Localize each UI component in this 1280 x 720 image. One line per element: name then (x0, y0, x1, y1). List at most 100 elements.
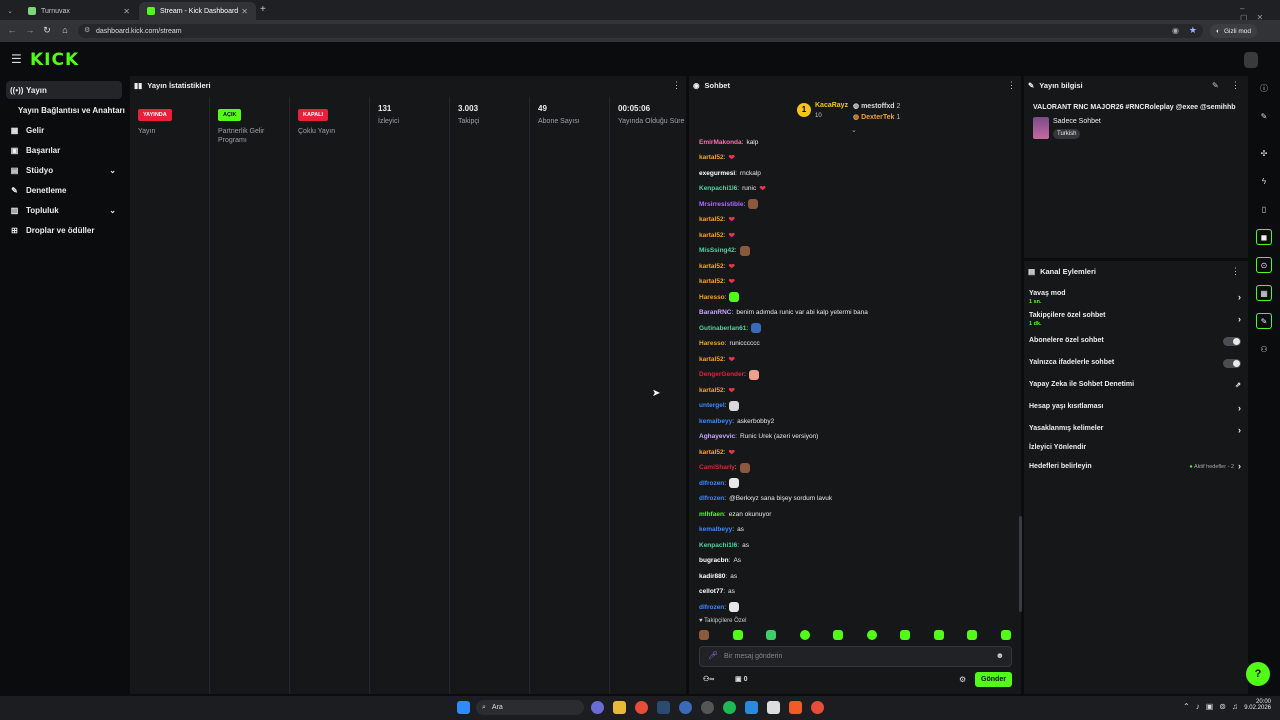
close-tab-icon[interactable]: ✕ (241, 7, 248, 16)
chat-username[interactable]: kartal52 (699, 356, 724, 363)
chat-username[interactable]: kartal52 (699, 387, 724, 394)
spotify-icon[interactable] (723, 701, 736, 714)
top-gifter-3[interactable]: ◍ DexterTek 1 (853, 113, 900, 121)
subscribers-only-toggle[interactable] (1223, 337, 1241, 346)
sidebar-item-droplar[interactable]: ⊞ Droplar ve ödüller (6, 221, 122, 239)
followers-only-row[interactable]: Takipçilere özel sohbet 1 dk. › (1029, 312, 1241, 327)
chat-username[interactable]: Haresso (699, 340, 725, 347)
category-name[interactable]: Sadece Sohbet (1053, 118, 1101, 125)
edit-icon[interactable]: ✎ (1256, 108, 1272, 124)
chat-input[interactable]: 🎤︎ Bir mesaj gönderin ☻ (699, 646, 1012, 667)
emoji-picker-icon[interactable]: ☻ (996, 651, 1004, 660)
chat-username[interactable]: EmirMakonda (699, 139, 742, 146)
chrome-icon[interactable] (811, 701, 824, 714)
crosshair-icon[interactable]: ✣ (1256, 145, 1272, 161)
tab-search-icon[interactable]: ⌄ (4, 2, 16, 20)
emote-icon[interactable] (933, 630, 944, 640)
app-icon[interactable] (679, 701, 692, 714)
bookmark-star-icon[interactable]: ★ (1189, 25, 1197, 36)
notion-icon[interactable] (767, 701, 780, 714)
help-button[interactable]: ? (1246, 662, 1270, 686)
sidebar-item-stream-key[interactable]: Yayın Bağlantısı ve Anahtarı (14, 101, 128, 119)
browser-tab-kick[interactable]: Stream - Kick Dashboard ✕ (139, 2, 256, 20)
reload-icon[interactable]: ↻ (41, 25, 53, 36)
chat-username[interactable]: dlfrozen (699, 604, 724, 611)
taskbar-search[interactable]: ⌕ Ara (476, 700, 584, 715)
ai-moderation-row[interactable]: Yapay Zeka ile Sohbet Denetimi ⇗ (1029, 381, 1241, 389)
broadcast-icon[interactable]: ⊙ (1256, 257, 1272, 273)
chat-username[interactable]: Kenpachi1l6 (699, 185, 737, 192)
chat-username[interactable]: Mrsirresistible (699, 201, 743, 208)
vscode-icon[interactable] (745, 701, 758, 714)
chat-username[interactable]: Haresso (699, 294, 725, 301)
collapse-chevron-icon[interactable]: ⌄ (851, 126, 857, 134)
browser-tab-turnuvax[interactable]: Turnuvax ✕ (20, 2, 138, 20)
windows-start-icon[interactable] (457, 701, 470, 714)
chat-settings-icon[interactable]: ⚙ (959, 675, 966, 684)
steam-icon[interactable] (657, 701, 670, 714)
sidebar-item-gelir[interactable]: ▦ Gelir (6, 121, 122, 139)
emote-icon[interactable] (732, 630, 743, 640)
chat-scrollbar[interactable] (1019, 516, 1022, 612)
layout-icon[interactable]: ▦ (1256, 285, 1272, 301)
chat-username[interactable]: kemalbeyy (699, 526, 732, 533)
chat-bubble-icon[interactable]: ◼ (1256, 229, 1272, 245)
chat-username[interactable]: kartal52 (699, 216, 724, 223)
banned-words-row[interactable]: Yasaklanmış kelimeler › (1029, 425, 1241, 435)
sidebar-item-studyo[interactable]: ▤ Stüdyo ⌄ (6, 161, 122, 179)
chat-username[interactable]: kartal52 (699, 154, 724, 161)
emote-icon[interactable] (900, 630, 911, 640)
channel-actions-more-icon[interactable]: ⋮ (1231, 266, 1240, 277)
chat-username[interactable]: dlfrozen (699, 495, 724, 502)
chat-username[interactable]: untergel (699, 402, 725, 409)
close-tab-icon[interactable]: ✕ (123, 7, 130, 16)
home-icon[interactable]: ⌂ (59, 25, 71, 35)
emote-icon[interactable] (766, 630, 777, 640)
chat-username[interactable]: kemalbeyy (699, 418, 732, 425)
lightning-icon[interactable]: ϟ (1256, 173, 1272, 189)
slow-mode-row[interactable]: Yavaş mod 1 sn. › (1029, 290, 1241, 305)
kick-logo[interactable]: KICK (30, 50, 79, 70)
emotes-only-toggle[interactable] (1223, 359, 1241, 368)
account-age-row[interactable]: Hesap yaşı kısıtlaması › (1029, 403, 1241, 413)
chrome-icon[interactable] (635, 701, 648, 714)
sidebar-item-basarilar[interactable]: ▣ Başarılar (6, 141, 122, 159)
menu-icon[interactable]: ☰ (11, 52, 22, 66)
site-info-icon[interactable]: ⚙ (84, 26, 90, 34)
new-tab-icon[interactable]: + (260, 4, 266, 15)
info-icon[interactable]: ⓘ (1256, 80, 1272, 96)
eye-off-icon[interactable]: ◉ (1172, 26, 1179, 35)
chat-username[interactable]: Gutinaberlan61 (699, 325, 746, 332)
discord-icon[interactable] (591, 701, 604, 714)
community-icon[interactable]: ⚇ (1256, 341, 1272, 357)
top-gifter-name[interactable]: KacaRayz (815, 102, 848, 109)
system-tray-icons[interactable]: ⌃♪▣⊚♫ (1183, 702, 1244, 711)
microphone-icon[interactable]: 🎤︎ (708, 651, 718, 660)
raid-row[interactable]: İzleyici Yönlendir (1029, 444, 1241, 451)
emote-icon[interactable] (1000, 630, 1011, 640)
chat-username[interactable]: MisSsing42 (699, 247, 735, 254)
chat-username[interactable]: DengerGender (699, 371, 744, 378)
channel-points[interactable]: ▣ 0 (735, 675, 747, 683)
file-explorer-icon[interactable] (613, 701, 626, 714)
emote-icon[interactable] (799, 630, 810, 640)
sidebar-item-denetleme[interactable]: ✎ Denetleme (6, 181, 122, 199)
chat-username[interactable]: kadir880 (699, 573, 725, 580)
url-bar[interactable]: ⚙ dashboard.kick.com/stream ◉ ★ (78, 24, 1203, 38)
chat-username[interactable]: cellot77 (699, 588, 723, 595)
chat-username[interactable]: kartal52 (699, 263, 724, 270)
send-button[interactable]: Gönder (975, 672, 1012, 687)
back-icon[interactable]: ← (6, 25, 18, 35)
emote-icon[interactable] (833, 630, 844, 640)
chat-username[interactable]: exegurmesi (699, 170, 735, 177)
emote-icon[interactable] (699, 630, 709, 640)
stats-more-icon[interactable]: ⋮ (672, 80, 681, 91)
chat-username[interactable]: Aghayevvic (699, 433, 735, 440)
chat-username[interactable]: kartal52 (699, 232, 724, 239)
chat-username[interactable]: dlfrozen (699, 480, 724, 487)
chat-settings-group[interactable]: ⚇∞ (703, 675, 714, 683)
chat-username[interactable]: kartal52 (699, 278, 724, 285)
category-thumbnail[interactable] (1033, 117, 1049, 139)
incognito-badge[interactable]: ◐ Gizli mod (1210, 24, 1258, 38)
top-gifter-2[interactable]: ◍ mestoffxd 2 (853, 102, 900, 110)
